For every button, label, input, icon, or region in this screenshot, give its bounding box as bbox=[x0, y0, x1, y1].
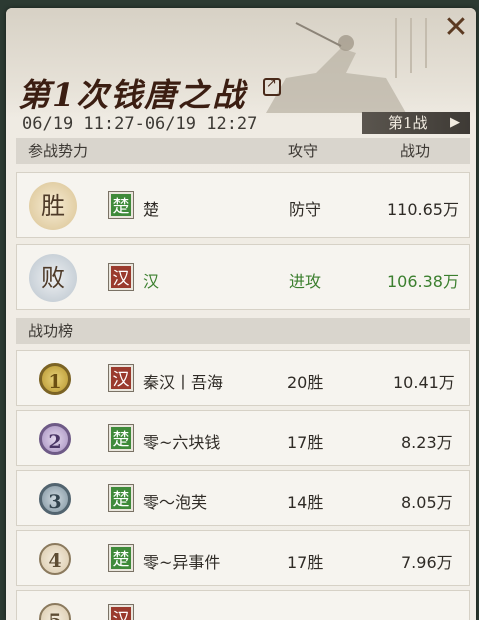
player-wins: 17胜 bbox=[287, 433, 324, 452]
battle-select-button[interactable]: 第1战 ▶ bbox=[362, 112, 470, 134]
player-merit: 10.41万 bbox=[393, 373, 455, 392]
faction-role: 防守 bbox=[289, 200, 322, 219]
ranking-header: 战功榜 bbox=[16, 318, 470, 344]
faction-name: 汉 bbox=[143, 272, 160, 291]
player-name: 零~异事件 bbox=[143, 553, 221, 572]
player-merit: 8.23万 bbox=[401, 433, 453, 452]
player-merit: 7.96万 bbox=[401, 553, 453, 572]
player-name: 零～泡芙 bbox=[143, 493, 208, 512]
battle-select-label: 第1战 bbox=[388, 114, 428, 132]
faction-flag-icon: 楚 bbox=[109, 192, 133, 218]
player-merit: 8.05万 bbox=[401, 493, 453, 512]
rank-2-medal-icon: 2 bbox=[39, 423, 71, 455]
faction-flag-icon: 楚 bbox=[109, 425, 133, 451]
player-wins: 14胜 bbox=[287, 493, 324, 512]
victory-seal-icon: 胜 bbox=[29, 182, 77, 230]
ranking-row[interactable]: 5 汉 bbox=[16, 590, 470, 620]
ranking-row[interactable]: 3 楚 零～泡芙 14胜 8.05万 bbox=[16, 470, 470, 526]
cavalry-illustration bbox=[266, 18, 427, 113]
faction-role: 进攻 bbox=[289, 272, 322, 291]
ranking-row[interactable]: 4 楚 零~异事件 17胜 7.96万 bbox=[16, 530, 470, 586]
header-factions: 参战势力 bbox=[28, 142, 89, 160]
defeat-seal-icon: 败 bbox=[29, 254, 77, 302]
faction-flag-icon: 汉 bbox=[109, 605, 133, 620]
faction-row: 胜 楚 楚 防守 110.65万 bbox=[16, 172, 470, 238]
factions-header: 参战势力 攻守 战功 bbox=[16, 138, 470, 164]
faction-flag-icon: 楚 bbox=[109, 545, 133, 571]
faction-row: 败 汉 汉 进攻 106.38万 bbox=[16, 244, 470, 310]
player-name: 零~六块钱 bbox=[143, 433, 221, 452]
page-title: 第1次钱唐之战 bbox=[18, 76, 247, 114]
play-arrow-icon: ▶ bbox=[450, 115, 460, 130]
header-role: 攻守 bbox=[288, 142, 319, 160]
player-name: 秦汉丨吾海 bbox=[143, 373, 224, 392]
battle-report-panel: ✕ 第1次钱唐之战 06/19 11:27-06/19 12:27 第1战 ▶ … bbox=[6, 8, 476, 620]
close-button[interactable]: ✕ bbox=[442, 13, 470, 43]
faction-merit: 110.65万 bbox=[387, 200, 459, 219]
rank-5-medal-icon: 5 bbox=[39, 603, 71, 620]
faction-flag-icon: 汉 bbox=[109, 264, 133, 290]
ranking-title: 战功榜 bbox=[28, 322, 74, 340]
faction-flag-icon: 汉 bbox=[109, 365, 133, 391]
rank-4-medal-icon: 4 bbox=[39, 543, 71, 575]
ranking-row[interactable]: 2 楚 零~六块钱 17胜 8.23万 bbox=[16, 410, 470, 466]
faction-flag-icon: 楚 bbox=[109, 485, 133, 511]
player-wins: 17胜 bbox=[287, 553, 324, 572]
time-range: 06/19 11:27-06/19 12:27 bbox=[22, 114, 258, 134]
share-icon[interactable] bbox=[263, 76, 281, 96]
header-merit: 战功 bbox=[400, 142, 431, 160]
ranking-row[interactable]: 1 汉 秦汉丨吾海 20胜 10.41万 bbox=[16, 350, 470, 406]
faction-name: 楚 bbox=[143, 200, 160, 219]
player-wins: 20胜 bbox=[287, 373, 324, 392]
rank-1-medal-icon: 1 bbox=[39, 363, 71, 395]
faction-merit: 106.38万 bbox=[387, 272, 459, 291]
rank-3-medal-icon: 3 bbox=[39, 483, 71, 515]
